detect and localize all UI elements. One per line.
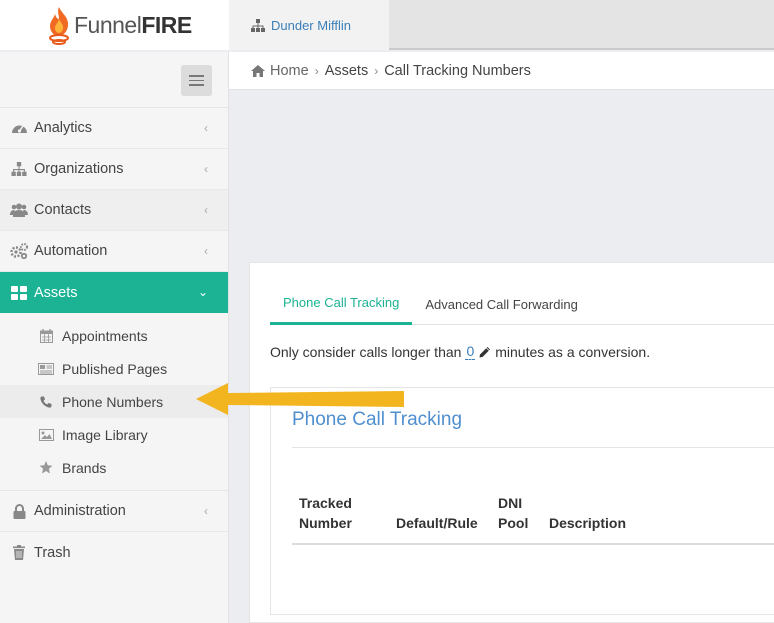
sidebar-item-appointments[interactable]: Appointments bbox=[0, 319, 228, 352]
flame-logo-icon bbox=[49, 7, 69, 45]
tab-bar: Phone Call Tracking Advanced Call Forwar… bbox=[270, 283, 774, 325]
sidebar-item-contacts[interactable]: Contacts ‹ bbox=[0, 190, 228, 231]
chevron-left-icon: ‹ bbox=[204, 244, 208, 258]
sidebar-item-label: Organizations bbox=[34, 161, 124, 177]
chevron-left-icon: ‹ bbox=[204, 203, 208, 217]
sitemap-icon bbox=[251, 18, 265, 32]
sidebar-subitem-label: Phone Numbers bbox=[62, 393, 164, 410]
chevron-right-icon: › bbox=[374, 63, 379, 78]
sidebar-subitem-label: Brands bbox=[62, 459, 107, 476]
sitemap-icon bbox=[10, 160, 28, 178]
sidebar-item-assets[interactable]: Assets ⌄ bbox=[0, 272, 228, 313]
home-icon bbox=[251, 64, 265, 77]
trash-icon bbox=[10, 544, 28, 562]
tracking-numbers-box: Phone Call Tracking Tracked Number Defau… bbox=[270, 387, 774, 615]
call-tracking-panel: Phone Call Tracking Advanced Call Forwar… bbox=[249, 262, 774, 623]
breadcrumb-current: Call Tracking Numbers bbox=[384, 62, 531, 79]
assets-submenu: Appointments Published Pages Phone Numbe… bbox=[0, 313, 228, 491]
sidebar-item-phone-numbers[interactable]: Phone Numbers bbox=[0, 385, 228, 418]
tab-advanced-call-forwarding[interactable]: Advanced Call Forwarding bbox=[412, 283, 590, 325]
phone-icon bbox=[38, 394, 54, 410]
sidebar-item-label: Automation bbox=[34, 243, 108, 259]
col-header-line: Number bbox=[299, 515, 352, 531]
calendar-icon bbox=[38, 328, 54, 344]
newspaper-icon bbox=[38, 361, 54, 377]
sidebar-toggle-row bbox=[0, 52, 228, 108]
sidebar-item-label: Trash bbox=[34, 544, 71, 561]
col-header-dni-pool[interactable]: DNI Pool bbox=[498, 493, 528, 533]
col-header-default-rule[interactable]: Default/Rule bbox=[396, 513, 478, 533]
col-header-tracked-number[interactable]: Tracked Number bbox=[299, 493, 352, 533]
organization-name: Dunder Mifflin bbox=[271, 17, 351, 33]
grid-icon bbox=[10, 284, 28, 302]
image-icon bbox=[38, 427, 54, 443]
top-bar: FunnelFIRE Dunder Mifflin bbox=[0, 0, 774, 50]
sidebar: Analytics ‹ Organizations ‹ Contacts ‹ A… bbox=[0, 52, 229, 623]
sidebar-item-label: Assets bbox=[34, 284, 78, 301]
col-header-line: Tracked bbox=[299, 495, 352, 511]
dashboard-icon bbox=[10, 119, 28, 137]
sidebar-item-analytics[interactable]: Analytics ‹ bbox=[0, 108, 228, 149]
chevron-left-icon: ‹ bbox=[204, 504, 208, 518]
col-header-line: DNI bbox=[498, 495, 523, 511]
menu-toggle-button[interactable] bbox=[181, 65, 212, 96]
organization-tab[interactable]: Dunder Mifflin bbox=[229, 0, 389, 50]
breadcrumb-assets[interactable]: Assets bbox=[325, 63, 369, 79]
col-header-line: Pool bbox=[498, 515, 529, 531]
chevron-left-icon: ‹ bbox=[204, 162, 208, 176]
table-header-divider bbox=[292, 543, 774, 545]
sidebar-item-label: Analytics bbox=[34, 120, 93, 136]
sidebar-item-administration[interactable]: Administration ‹ bbox=[0, 491, 228, 532]
sidebar-item-label: Administration bbox=[34, 503, 126, 519]
setting-suffix: minutes as a conversion. bbox=[495, 343, 651, 360]
funnelfire-logo[interactable]: FunnelFIRE bbox=[0, 0, 229, 50]
chevron-left-icon: ‹ bbox=[204, 121, 208, 135]
sidebar-item-published-pages[interactable]: Published Pages bbox=[0, 352, 228, 385]
chevron-down-icon: ⌄ bbox=[197, 285, 208, 299]
yellow-arrow-icon bbox=[196, 383, 404, 415]
tab-phone-call-tracking[interactable]: Phone Call Tracking bbox=[270, 283, 413, 325]
sidebar-item-image-library[interactable]: Image Library bbox=[0, 418, 228, 451]
users-icon bbox=[10, 201, 28, 219]
setting-prefix: Only consider calls longer than bbox=[270, 343, 462, 360]
sidebar-item-trash[interactable]: Trash bbox=[0, 532, 228, 573]
sidebar-subitem-label: Published Pages bbox=[62, 360, 168, 377]
sidebar-subitem-label: Appointments bbox=[62, 327, 148, 344]
sidebar-item-label: Contacts bbox=[34, 202, 92, 218]
breadcrumb-home-label: Home bbox=[270, 62, 309, 79]
divider bbox=[292, 447, 774, 448]
col-header-description[interactable]: Description bbox=[549, 513, 626, 533]
breadcrumb: Home › Assets › Call Tracking Numbers bbox=[229, 52, 774, 90]
sidebar-item-automation[interactable]: Automation ‹ bbox=[0, 231, 228, 272]
min-duration-value[interactable]: 0 bbox=[465, 343, 476, 360]
sidebar-item-brands[interactable]: Brands bbox=[0, 451, 228, 484]
conversion-setting: Only consider calls longer than 0 minute… bbox=[270, 343, 650, 360]
gears-icon bbox=[10, 242, 28, 260]
breadcrumb-home[interactable]: Home bbox=[251, 63, 309, 79]
lock-icon bbox=[10, 502, 28, 520]
pencil-icon[interactable] bbox=[479, 346, 491, 358]
sidebar-item-organizations[interactable]: Organizations ‹ bbox=[0, 149, 228, 190]
star-icon bbox=[38, 460, 54, 476]
logo-text: FunnelFIRE bbox=[74, 11, 192, 38]
chevron-right-icon: › bbox=[314, 63, 319, 78]
sidebar-subitem-label: Image Library bbox=[62, 426, 148, 443]
